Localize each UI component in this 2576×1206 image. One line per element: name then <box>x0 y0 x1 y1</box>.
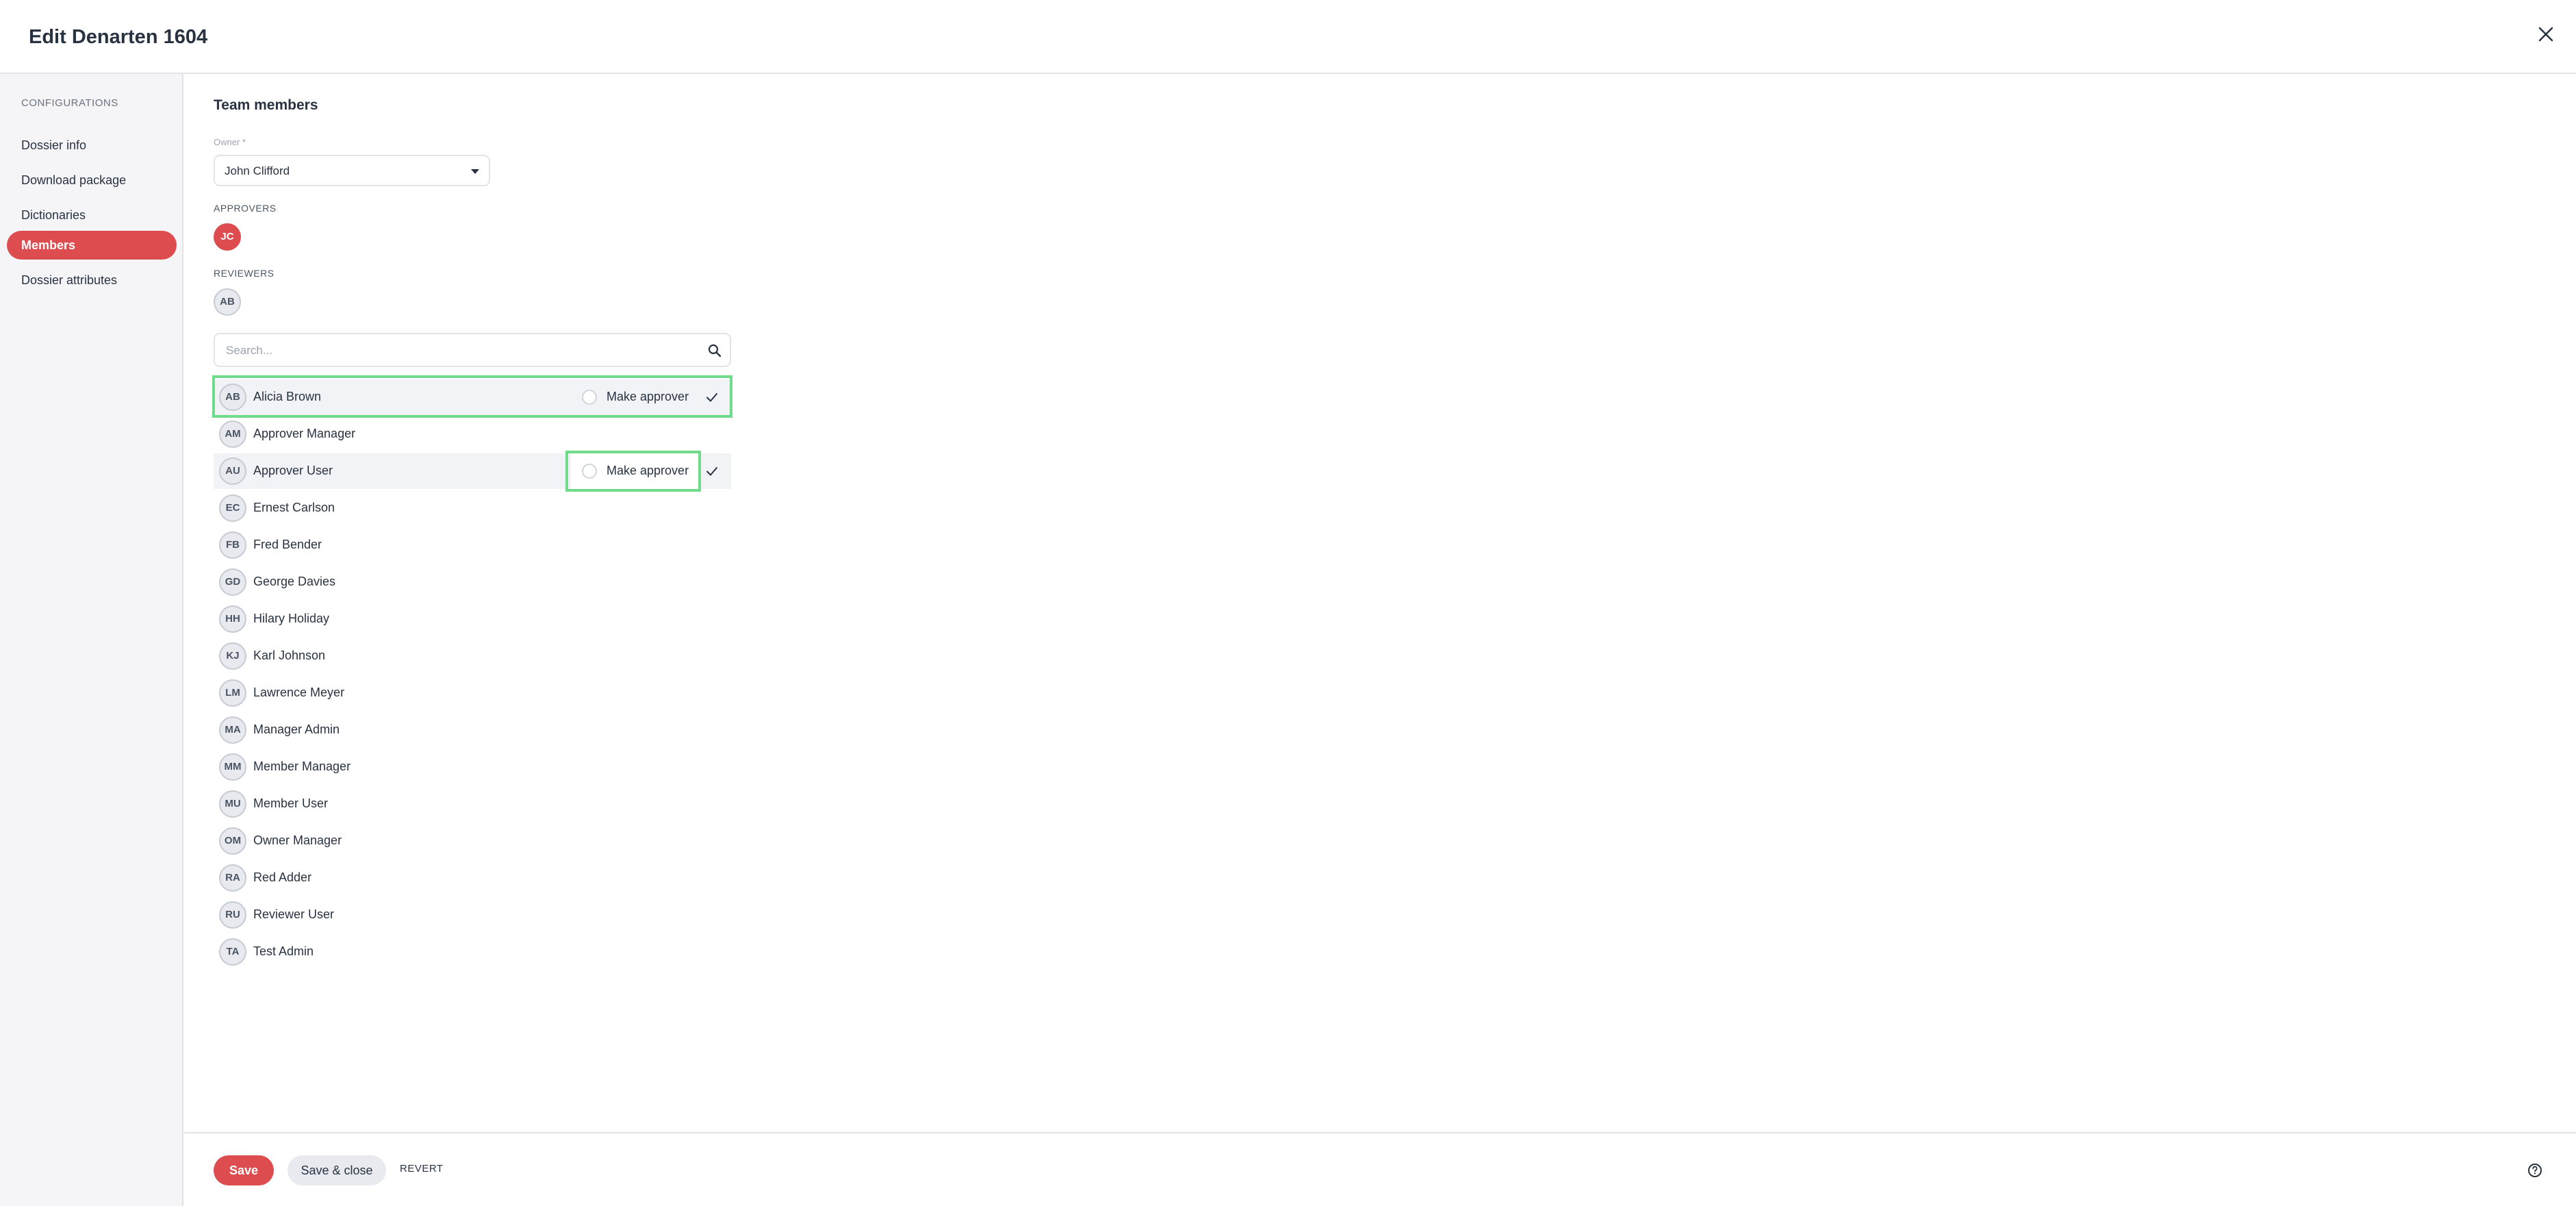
member-row-owner-manager[interactable]: OM Owner Manager <box>214 823 731 859</box>
sidebar-item-members[interactable]: Members <box>7 231 177 260</box>
member-row-test-admin[interactable]: TA Test Admin <box>214 934 731 970</box>
member-row-lawrence-meyer[interactable]: LM Lawrence Meyer <box>214 675 731 711</box>
member-row-ernest-carlson[interactable]: EC Ernest Carlson <box>214 490 731 526</box>
member-avatar: AB <box>219 384 246 411</box>
member-name: Hilary Holiday <box>253 612 330 625</box>
member-name: Approver Manager <box>253 427 356 440</box>
sidebar-item-dictionaries[interactable]: Dictionaries <box>7 201 177 229</box>
member-row-member-manager[interactable]: MM Member Manager <box>214 749 731 785</box>
member-avatar: AU <box>219 457 246 485</box>
page-title: Edit Denarten 1604 <box>29 26 208 48</box>
save-button[interactable]: Save <box>214 1155 274 1185</box>
member-row-karl-johnson[interactable]: KJ Karl Johnson <box>214 638 731 674</box>
member-row-george-davies[interactable]: GD George Davies <box>214 564 731 600</box>
help-circle-icon[interactable] <box>2524 1159 2546 1181</box>
make-approver-label: Make approver <box>607 390 689 403</box>
member-name: Lawrence Meyer <box>253 686 345 699</box>
save-and-close-button[interactable]: Save & close <box>288 1155 386 1185</box>
modal-footer: Save Save & close REVERT <box>183 1132 2576 1206</box>
member-avatar: MM <box>219 753 246 781</box>
make-approver-label: Make approver <box>607 464 689 477</box>
checkmark-icon[interactable] <box>704 463 720 479</box>
search-field[interactable] <box>214 333 731 367</box>
owner-select[interactable]: John Clifford <box>214 155 490 186</box>
make-approver-radio[interactable] <box>582 390 597 405</box>
close-button[interactable] <box>2532 21 2560 48</box>
member-row-approver-user[interactable]: AU Approver User Make approver <box>214 453 731 489</box>
modal-header: Edit Denarten 1604 <box>0 0 2576 74</box>
approvers-label: APPROVERS <box>214 203 277 214</box>
sidebar-heading: CONFIGURATIONS <box>21 97 118 109</box>
member-name: Manager Admin <box>253 723 340 736</box>
member-avatar: RA <box>219 864 246 892</box>
member-name: Fred Bender <box>253 538 322 551</box>
sidebar-item-dossier-info[interactable]: Dossier info <box>7 131 177 160</box>
make-approver-toggle[interactable]: Make approver <box>571 453 701 489</box>
member-avatar: EC <box>219 494 246 522</box>
close-icon <box>2538 27 2553 42</box>
member-name: Test Admin <box>253 944 314 958</box>
member-name: Approver User <box>253 464 333 477</box>
reviewers-label: REVIEWERS <box>214 268 275 279</box>
approver-avatar[interactable]: JC <box>214 223 241 251</box>
member-row-member-user[interactable]: MU Member User <box>214 786 731 822</box>
checkmark-icon[interactable] <box>704 389 720 405</box>
member-avatar: TA <box>219 938 246 966</box>
sidebar-item-dossier-attributes[interactable]: Dossier attributes <box>7 266 177 294</box>
owner-label: Owner * <box>214 137 246 147</box>
member-row-approver-manager[interactable]: AM Approver Manager <box>214 416 731 452</box>
member-row-alicia-brown[interactable]: AB Alicia Brown Make approver <box>214 379 731 415</box>
member-name: Red Adder <box>253 870 312 884</box>
member-row-red-adder[interactable]: RA Red Adder <box>214 860 731 896</box>
member-name: George Davies <box>253 575 336 588</box>
member-avatar: KJ <box>219 642 246 670</box>
member-row-fred-bender[interactable]: FB Fred Bender <box>214 527 731 563</box>
chevron-down-icon <box>471 169 479 174</box>
member-name: Member Manager <box>253 759 351 773</box>
member-avatar: MU <box>219 790 246 818</box>
member-name: Reviewer User <box>253 907 335 921</box>
search-icon[interactable] <box>706 342 723 359</box>
member-avatar: MA <box>219 716 246 744</box>
member-name: Alicia Brown <box>253 390 322 403</box>
member-avatar: FB <box>219 531 246 559</box>
member-name: Ernest Carlson <box>253 501 335 514</box>
revert-button[interactable]: REVERT <box>400 1163 444 1174</box>
member-row-reviewer-user[interactable]: RU Reviewer User <box>214 897 731 933</box>
member-avatar: OM <box>219 827 246 855</box>
member-row-hilary-holiday[interactable]: HH Hilary Holiday <box>214 601 731 637</box>
member-avatar: RU <box>219 901 246 929</box>
make-approver-toggle[interactable]: Make approver <box>571 379 701 415</box>
member-name: Owner Manager <box>253 833 342 847</box>
member-name: Karl Johnson <box>253 649 326 662</box>
member-row-manager-admin[interactable]: MA Manager Admin <box>214 712 731 748</box>
sidebar: CONFIGURATIONS Dossier info Download pac… <box>0 74 183 1206</box>
section-title: Team members <box>214 97 318 113</box>
search-input[interactable] <box>225 341 679 360</box>
owner-value: John Clifford <box>225 164 290 177</box>
member-name: Member User <box>253 796 329 810</box>
member-avatar: LM <box>219 679 246 707</box>
member-avatar: GD <box>219 568 246 596</box>
sidebar-item-download-package[interactable]: Download package <box>7 166 177 194</box>
member-avatar: HH <box>219 605 246 633</box>
make-approver-radio[interactable] <box>582 464 597 479</box>
reviewer-avatar[interactable]: AB <box>214 288 241 316</box>
member-avatar: AM <box>219 420 246 448</box>
main-content: Team members Owner * John Clifford APPRO… <box>183 74 2576 1132</box>
